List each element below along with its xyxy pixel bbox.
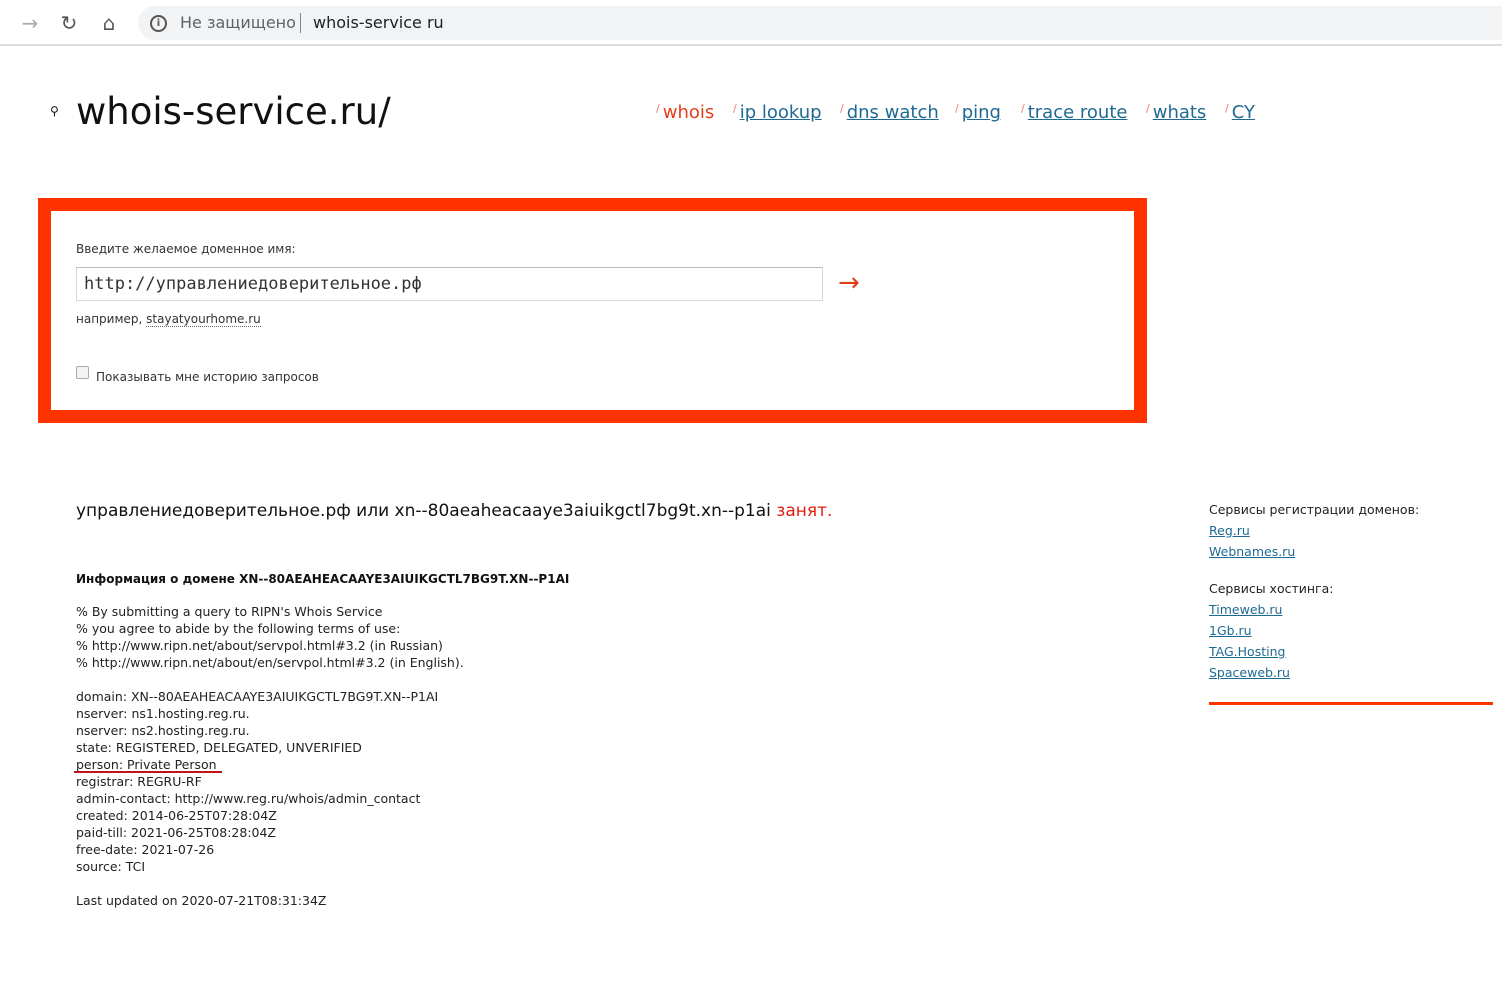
status-badge: занят.: [776, 501, 833, 521]
host-heading: Сервисы хостинга:: [1209, 581, 1334, 596]
link-spaceweb[interactable]: Spaceweb.ru: [1209, 662, 1419, 683]
submit-arrow-icon[interactable]: →: [838, 268, 860, 298]
url-text[interactable]: whois-service ru: [313, 13, 444, 32]
whois-line: admin-contact: http://www.reg.ru/whois/a…: [76, 791, 421, 806]
whois-line: % you agree to abide by the following te…: [76, 621, 401, 636]
whois-line: % By submitting a query to RIPN's Whois …: [76, 604, 383, 619]
link-timeweb[interactable]: Timeweb.ru: [1209, 599, 1419, 620]
nav-whois[interactable]: / whois: [656, 102, 714, 123]
example-link[interactable]: stayatyourhome.ru: [146, 312, 261, 327]
reload-icon[interactable]: ↻: [57, 12, 81, 34]
info-heading: Информация о домене XN--80AEAHEACAAYE3AI…: [76, 572, 570, 586]
whois-line: domain: XN--80AEAHEACAAYE3AIUIKGCTL7BG9T…: [76, 689, 439, 704]
nav-whats[interactable]: / whats: [1146, 102, 1206, 123]
whois-line: state: REGISTERED, DELEGATED, UNVERIFIED: [76, 740, 362, 755]
whois-line: [76, 671, 464, 688]
whois-line: paid-till: 2021-06-25T08:28:04Z: [76, 825, 276, 840]
search-icon: ⚲: [50, 104, 59, 118]
whois-output: % By submitting a query to RIPN's Whois …: [76, 603, 464, 909]
domain-label: Введите желаемое доменное имя:: [76, 242, 296, 256]
sidebar: Сервисы регистрации доменов: Reg.ru Webn…: [1209, 499, 1419, 683]
history-checkbox[interactable]: [76, 366, 89, 379]
nav-ip-lookup[interactable]: / ip lookup: [733, 102, 822, 123]
domain-input[interactable]: [76, 267, 823, 301]
whois-line: free-date: 2021-07-26: [76, 842, 215, 857]
whois-line: created: 2014-06-25T07:28:04Z: [76, 808, 277, 823]
link-reg-ru[interactable]: Reg.ru: [1209, 520, 1419, 541]
highlight-frame: [38, 198, 1147, 423]
whois-line: % http://www.ripn.net/about/en/servpol.h…: [76, 655, 464, 670]
annotation-underline: [74, 771, 222, 773]
security-label: Не защищено: [180, 13, 296, 32]
link-1gb[interactable]: 1Gb.ru: [1209, 620, 1419, 641]
nav-cy[interactable]: / CY: [1225, 102, 1255, 123]
site-logo[interactable]: whois-service.ru/: [76, 90, 391, 133]
sidebar-divider: [1209, 702, 1493, 705]
result-line: управлениедоверительное.рф или xn--80aea…: [76, 501, 833, 521]
info-icon[interactable]: i: [150, 15, 167, 32]
link-webnames[interactable]: Webnames.ru: [1209, 541, 1419, 562]
whois-line: % http://www.ripn.net/about/servpol.html…: [76, 638, 443, 653]
whois-line: nserver: ns1.hosting.reg.ru.: [76, 706, 250, 721]
whois-line: Last updated on 2020-07-21T08:31:34Z: [76, 893, 327, 908]
divider: [300, 13, 301, 33]
history-label[interactable]: Показывать мне историю запросов: [96, 370, 319, 384]
nav-dns-watch[interactable]: / dns watch: [840, 102, 939, 123]
reg-heading: Сервисы регистрации доменов:: [1209, 502, 1420, 517]
example-hint: например, stayatyourhome.ru: [76, 312, 261, 327]
whois-line: source: TCI: [76, 859, 146, 874]
nav-trace-route[interactable]: / trace route: [1021, 102, 1127, 123]
whois-line: registrar: REGRU-RF: [76, 774, 202, 789]
link-tag-hosting[interactable]: TAG.Hosting: [1209, 641, 1419, 662]
forward-icon[interactable]: →: [18, 12, 42, 34]
whois-line: nserver: ns2.hosting.reg.ru.: [76, 723, 250, 738]
home-icon[interactable]: ⌂: [97, 12, 121, 34]
nav-ping[interactable]: / ping: [955, 102, 1001, 123]
whois-line: [76, 875, 464, 892]
